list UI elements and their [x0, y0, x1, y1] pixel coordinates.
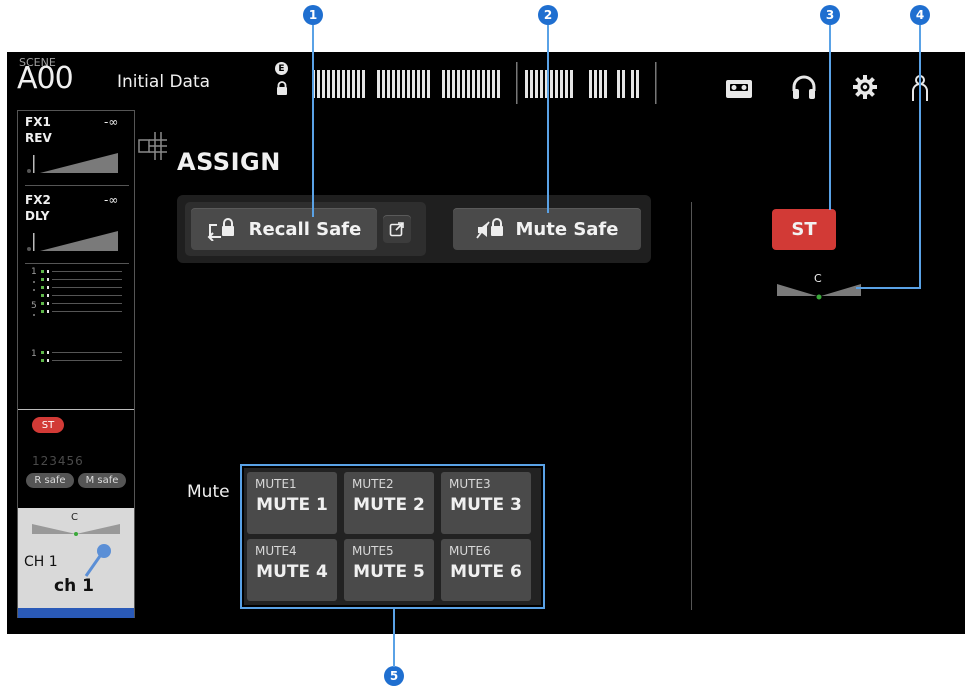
- fx2-level: -∞: [104, 193, 119, 207]
- gear-icon[interactable]: [852, 74, 878, 100]
- output-meters: 1: [18, 347, 134, 371]
- fx2-send-level: [27, 231, 118, 251]
- callout-2-line: [547, 25, 549, 213]
- channel-color-bar: [18, 608, 134, 618]
- mute-safe-label: Mute Safe: [515, 218, 619, 240]
- sidebar-st-badge: ST: [32, 417, 64, 433]
- channel-name: ch 1: [54, 576, 94, 596]
- mute-group-indicators: 123456: [32, 454, 84, 468]
- callout-5: 5: [384, 666, 404, 686]
- channel-card[interactable]: C CH 1 ch 1: [18, 508, 134, 618]
- recall-safe-button[interactable]: Recall Safe: [191, 208, 377, 250]
- assign-icon: [137, 126, 181, 166]
- callout-4: 4: [910, 5, 930, 25]
- pan-knob[interactable]: C: [777, 270, 861, 300]
- callout-4-hline: [856, 287, 921, 289]
- scene-number[interactable]: A00: [17, 64, 74, 94]
- fx1-name: FX1: [25, 115, 51, 129]
- channel-number: CH 1: [24, 554, 58, 570]
- recall-safe-popup-button[interactable]: [383, 215, 411, 243]
- meter-overview[interactable]: [307, 60, 659, 106]
- r-safe-badge: R safe: [26, 473, 74, 488]
- edit-indicator: E: [275, 62, 288, 75]
- scene-name[interactable]: Initial Data: [117, 72, 210, 92]
- sidebar: FX1 -∞ REV FX2 -∞ DLY 1 5 1 ST 123456 R …: [17, 110, 135, 618]
- mute-group-button-2[interactable]: MUTE2 MUTE 2: [344, 472, 434, 534]
- mute-safe-button[interactable]: Mute Safe: [453, 208, 641, 250]
- lock-icon[interactable]: [275, 80, 289, 95]
- fx2-type: DLY: [25, 209, 50, 223]
- external-link-icon: [389, 222, 404, 237]
- callout-4-line: [919, 25, 921, 289]
- microphone-icon: [82, 542, 112, 578]
- callout-3: 3: [820, 5, 840, 25]
- st-assign-button[interactable]: ST: [772, 209, 836, 250]
- mute-group-button-4[interactable]: MUTE4 MUTE 4: [247, 539, 337, 601]
- recall-safe-icon: [207, 217, 239, 242]
- mute-group-button-5[interactable]: MUTE5 MUTE 5: [344, 539, 434, 601]
- callout-1-line: [312, 25, 314, 217]
- channel-pan-label: C: [71, 512, 78, 523]
- mute-safe-icon: [475, 217, 508, 241]
- callout-2: 2: [538, 5, 558, 25]
- fx2-name: FX2: [25, 193, 51, 207]
- mute-group-button-1[interactable]: MUTE1 MUTE 1: [247, 472, 337, 534]
- callout-1: 1: [303, 5, 323, 25]
- recall-safe-label: Recall Safe: [248, 218, 362, 240]
- fx1-level: -∞: [104, 115, 119, 129]
- fx2-strip[interactable]: FX2 -∞ DLY: [18, 189, 134, 261]
- input-meters: 1 5: [18, 267, 134, 327]
- callout-3-line: [829, 25, 831, 210]
- vertical-divider: [691, 202, 692, 610]
- screen: SCENE A00 Initial Data E FX1 -∞ REV FX2 …: [7, 52, 965, 634]
- mute-group-button-3[interactable]: MUTE3 MUTE 3: [441, 472, 531, 534]
- m-safe-badge: M safe: [78, 473, 126, 488]
- mute-group-button-6[interactable]: MUTE6 MUTE 6: [441, 539, 531, 601]
- mute-section-label: Mute: [187, 482, 230, 502]
- callout-5-line: [393, 609, 395, 667]
- fx1-strip[interactable]: FX1 -∞ REV: [18, 111, 134, 183]
- recorder-icon[interactable]: [725, 78, 753, 100]
- fx1-type: REV: [25, 131, 52, 145]
- fx1-send-level: [27, 153, 118, 173]
- headphones-icon[interactable]: [791, 74, 817, 100]
- page-title: ASSIGN: [177, 148, 281, 176]
